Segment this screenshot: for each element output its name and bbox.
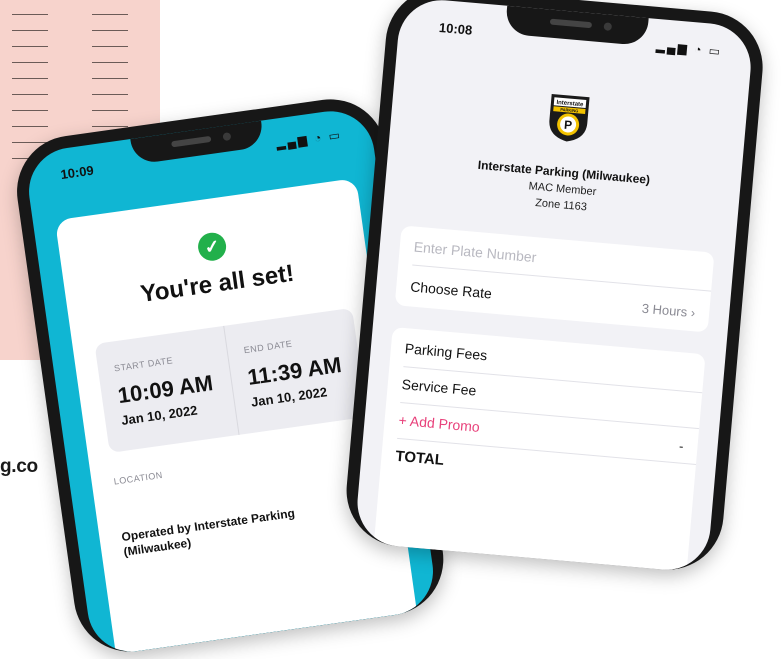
background-url-text: g.co <box>0 456 38 477</box>
interstate-parking-logo: Interstate PARKING P <box>549 93 590 142</box>
checkout-screen: 10:08 ▂▄▆ ◔ ▭ Interstate PARKING P Inter… <box>353 0 755 574</box>
check-icon: ✓ <box>196 230 228 263</box>
operator-text: Operated by Interstate Parking (Milwauke… <box>120 505 296 559</box>
svg-text:P: P <box>563 118 572 133</box>
end-date-block: END DATE 11:39 AM Jan 10, 2022 <box>223 307 369 435</box>
speaker <box>171 135 212 148</box>
status-icons: ▂▄▆ ◔ ▭ <box>275 127 343 151</box>
start-time: 10:09 AM <box>116 370 215 409</box>
status-time: 10:08 <box>438 19 473 38</box>
chevron-right-icon: › <box>690 304 696 321</box>
speaker <box>549 18 593 29</box>
start-date-block: START DATE 10:09 AM Jan 10, 2022 <box>94 326 238 453</box>
camera <box>603 22 613 31</box>
phone-checkout: 10:08 ▂▄▆ ◔ ▭ Interstate PARKING P Inter… <box>341 0 768 575</box>
end-date-label: END DATE <box>243 338 293 356</box>
confirmation-headline: You're all set! <box>138 259 296 309</box>
total-label: TOTAL <box>394 447 445 469</box>
status-time: 10:09 <box>59 162 95 183</box>
start-date-label: START DATE <box>113 355 174 374</box>
promo-value: - <box>678 438 685 454</box>
end-time: 11:39 AM <box>245 352 344 390</box>
add-promo-button[interactable]: + Add Promo <box>398 412 684 453</box>
vehicle-rate-group: Enter Plate Number Choose Rate 3 Hours › <box>394 225 715 333</box>
parking-fees-label: Parking Fees <box>404 340 488 364</box>
status-icons: ▂▄▆ ◔ ▭ <box>655 38 723 59</box>
rate-value: 3 Hours <box>641 300 688 320</box>
plate-number-input[interactable]: Enter Plate Number <box>413 239 699 280</box>
location-label: LOCATION <box>113 469 164 487</box>
fees-group: Parking Fees Service Fee + Add Promo - T… <box>371 327 706 574</box>
session-dates: START DATE 10:09 AM Jan 10, 2022 END DAT… <box>94 307 369 453</box>
camera <box>222 132 232 142</box>
service-fee-label: Service Fee <box>401 376 477 399</box>
